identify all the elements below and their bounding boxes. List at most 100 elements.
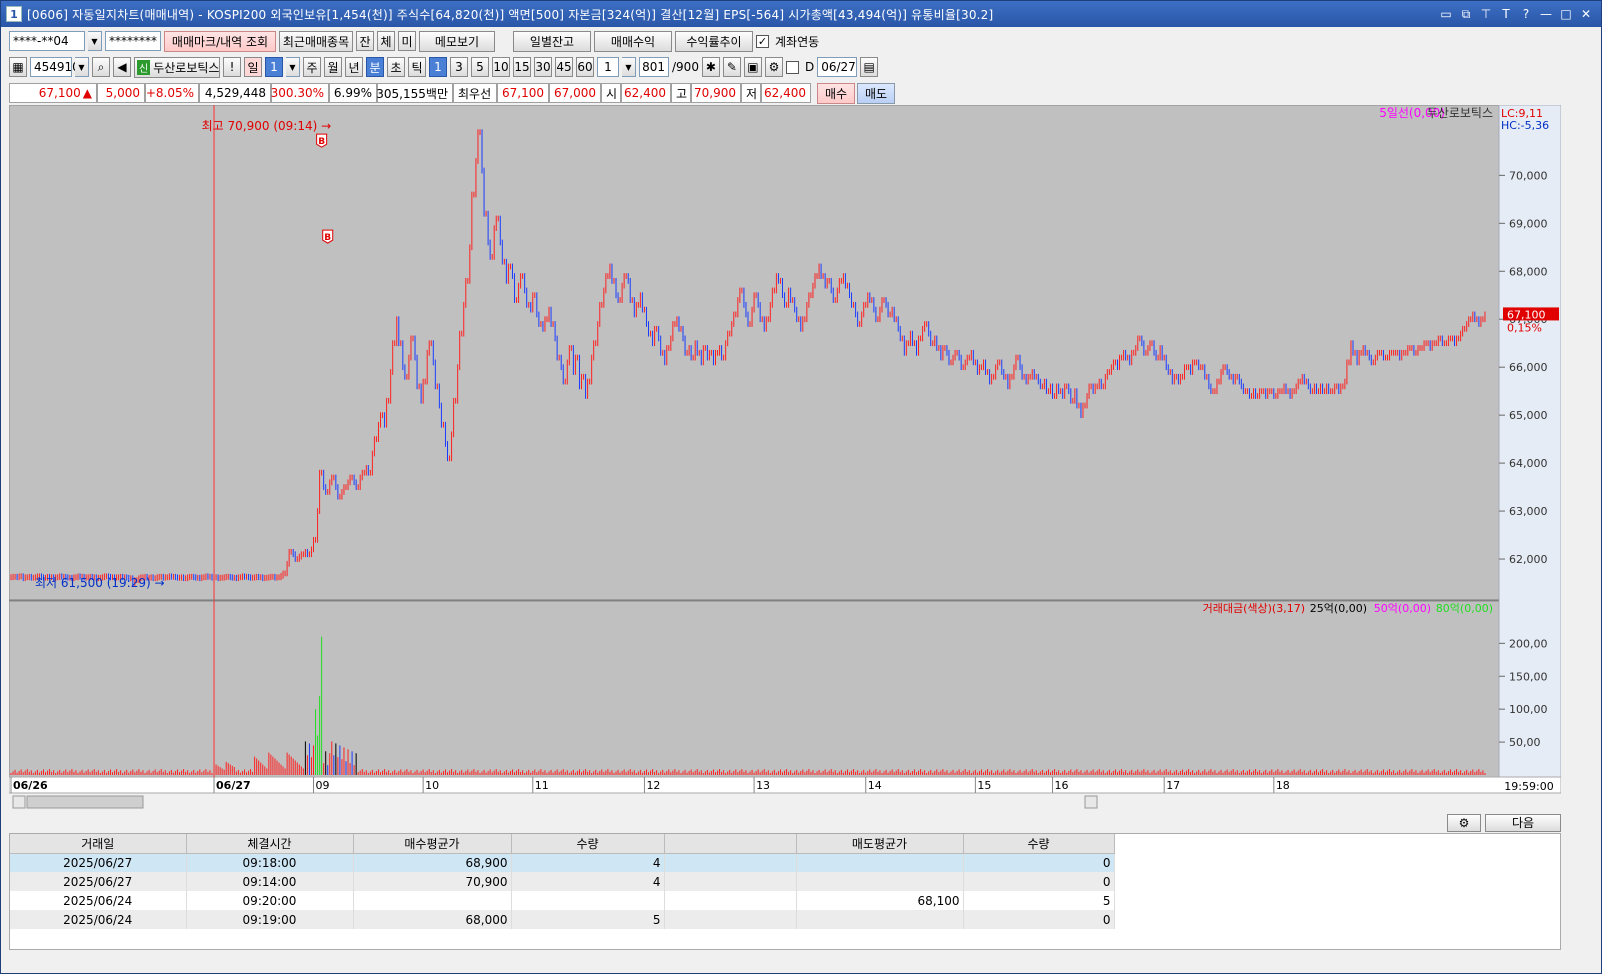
count-input[interactable]: 801 — [639, 57, 669, 77]
recent-trades-button[interactable]: 최근매매종목 — [279, 30, 353, 52]
chart-type-icon[interactable]: ▦ — [9, 57, 27, 77]
volume-tick-label: 150,00 — [1509, 670, 1548, 683]
table-header-row: 거래일 체결시간 매수평균가 수량 매도평균가 수량 — [10, 834, 1115, 854]
period-day-button[interactable]: 일 — [244, 57, 262, 77]
period-number[interactable]: 1 — [265, 57, 283, 77]
interval-3-button[interactable]: 3 — [450, 57, 468, 77]
price-change: 5,000 — [97, 83, 145, 103]
low-label: 저 — [741, 83, 761, 103]
font-icon[interactable]: T — [1499, 7, 1513, 22]
table-row[interactable]: 2025/06/24 09:20:00 68,100 5 — [10, 891, 1115, 910]
time-tick-label: 10 — [425, 779, 439, 792]
date-checkbox[interactable] — [785, 60, 799, 74]
current-pct-label: 0,15% — [1507, 321, 1542, 334]
interval-input[interactable]: 1 — [597, 57, 619, 77]
time-tick-label: 14 — [868, 779, 882, 792]
interval-45-button[interactable]: 45 — [555, 57, 573, 77]
price-tick-label: 69,000 — [1509, 217, 1548, 230]
minimize-icon[interactable]: — — [1539, 7, 1553, 22]
calendar-icon[interactable]: ▤ — [860, 57, 879, 77]
chart-area[interactable]: 70,00069,00068,00067,00066,00065,00064,0… — [8, 104, 1562, 810]
high-label: 고 — [671, 83, 691, 103]
period-year-button[interactable]: 년 — [345, 57, 363, 77]
cell-date: 2025/06/24 — [10, 891, 187, 910]
period-minute-button[interactable]: 분 — [366, 57, 384, 77]
cell-empty — [664, 872, 797, 891]
table-settings-gear-icon[interactable]: ⚙ — [1447, 813, 1481, 832]
account-select[interactable]: ****-**04 — [9, 31, 85, 51]
interval-1-button[interactable]: 1 — [429, 57, 447, 77]
cell-sell-qty: 0 — [963, 910, 1115, 929]
trade-mark-query-button[interactable]: 매매마크/내역 조회 — [164, 30, 276, 52]
cascade-icon[interactable]: ⧉ — [1459, 7, 1473, 22]
price-volume-chart[interactable]: 70,00069,00068,00067,00066,00065,00064,0… — [8, 104, 1562, 810]
date-input[interactable]: 06/27 — [817, 57, 858, 77]
draw-tool-icon[interactable]: ✎ — [722, 57, 741, 77]
buy-marker-label: B — [318, 137, 325, 147]
search-icon[interactable]: ⌕ — [92, 57, 110, 77]
balance-button[interactable]: 잔 — [356, 31, 374, 51]
stock-name-box[interactable]: 신 두산로보틱스 증 — [134, 56, 232, 78]
cell-buy-qty: 4 — [511, 853, 665, 872]
interval-15-button[interactable]: 15 — [513, 57, 531, 77]
interval-30-button[interactable]: 30 — [534, 57, 552, 77]
volume: 4,529,448 — [199, 83, 271, 103]
daily-balance-button[interactable]: 일별잔고 — [513, 30, 591, 52]
close-icon[interactable]: ✕ — [1579, 7, 1593, 22]
pin-icon[interactable]: ⊤ — [1479, 7, 1493, 22]
buy-marker-label: B — [324, 233, 331, 243]
unfilled-button[interactable]: 미 — [398, 31, 416, 51]
table-row[interactable]: 2025/06/27 09:14:00 70,900 4 0 — [10, 872, 1115, 891]
period-dropdown-icon[interactable]: ▼ — [286, 57, 300, 77]
settings-gear-icon[interactable]: ⚙ — [764, 57, 783, 77]
time-tick-label: 13 — [756, 779, 770, 792]
sell-button[interactable]: 매도 — [857, 82, 895, 104]
save-icon[interactable]: ▣ — [743, 57, 762, 77]
interval-5-button[interactable]: 5 — [471, 57, 489, 77]
account-link-checkbox[interactable]: ✓ — [756, 34, 769, 48]
cell-date: 2025/06/24 — [10, 910, 187, 929]
trade-profit-button[interactable]: 매매수익 — [594, 30, 672, 52]
header-buy-avg: 매수평균가 — [353, 834, 512, 854]
filled-button[interactable]: 체 — [377, 31, 395, 51]
indicator-icon[interactable]: ✱ — [701, 57, 720, 77]
maximize-icon[interactable]: □ — [1559, 7, 1573, 22]
scroll-thumb[interactable] — [26, 795, 144, 809]
time-tick-label: 06/27 — [216, 779, 251, 792]
header-exec-time: 체결시간 — [186, 834, 354, 854]
return-trend-button[interactable]: 수익률추이 — [675, 30, 753, 52]
toolbar-account: ****-**04 ▼ ******** 매매마크/내역 조회 최근매매종목 잔… — [9, 30, 819, 52]
interval-60-button[interactable]: 60 — [576, 57, 594, 77]
table-row[interactable]: 2025/06/27 09:18:00 68,900 4 0 — [10, 853, 1115, 872]
code-dropdown-icon[interactable]: ▼ — [75, 57, 89, 77]
cell-sell-avg — [796, 910, 964, 929]
buy-button[interactable]: 매수 — [817, 82, 855, 104]
memo-view-button[interactable]: 메모보기 — [419, 30, 495, 52]
period-week-button[interactable]: 주 — [303, 57, 321, 77]
period-month-button[interactable]: 월 — [324, 57, 342, 77]
scroll-left-button[interactable] — [12, 795, 26, 809]
next-page-button[interactable]: 다음 — [1485, 813, 1561, 832]
price-change-pct: +8.05% — [145, 83, 199, 103]
interval-10-button[interactable]: 10 — [492, 57, 510, 77]
cell-buy-avg: 68,900 — [353, 853, 512, 872]
password-field[interactable]: ******** — [105, 31, 161, 51]
alert-button[interactable]: ! — [223, 57, 241, 77]
speaker-icon[interactable]: ◀ — [113, 57, 131, 77]
interval-dropdown-icon[interactable]: ▼ — [622, 57, 636, 77]
scroll-right-button[interactable] — [1084, 795, 1098, 809]
period-tick-button[interactable]: 틱 — [408, 57, 426, 77]
account-dropdown-icon[interactable]: ▼ — [88, 31, 102, 51]
restore-layout-icon[interactable]: ▭ — [1439, 7, 1453, 22]
help-icon[interactable]: ? — [1519, 7, 1533, 22]
period-second-button[interactable]: 초 — [387, 57, 405, 77]
stock-code-input[interactable]: 454910 — [30, 57, 80, 77]
price-tick-label: 70,000 — [1509, 169, 1548, 182]
time-tick-label: 11 — [535, 779, 549, 792]
trade-amount: 305,155백만 — [376, 83, 453, 103]
table-row[interactable]: 2025/06/24 09:19:00 68,000 5 0 — [10, 910, 1115, 929]
best-quote-label: 최우선 — [453, 83, 497, 103]
cell-sell-qty: 0 — [963, 872, 1115, 891]
title-bar[interactable]: 1 [0606] 자동일지차트(매매내역) - KOSPI200 외국인보유[1… — [1, 1, 1601, 27]
volume-tick-label: 200,00 — [1509, 637, 1548, 650]
